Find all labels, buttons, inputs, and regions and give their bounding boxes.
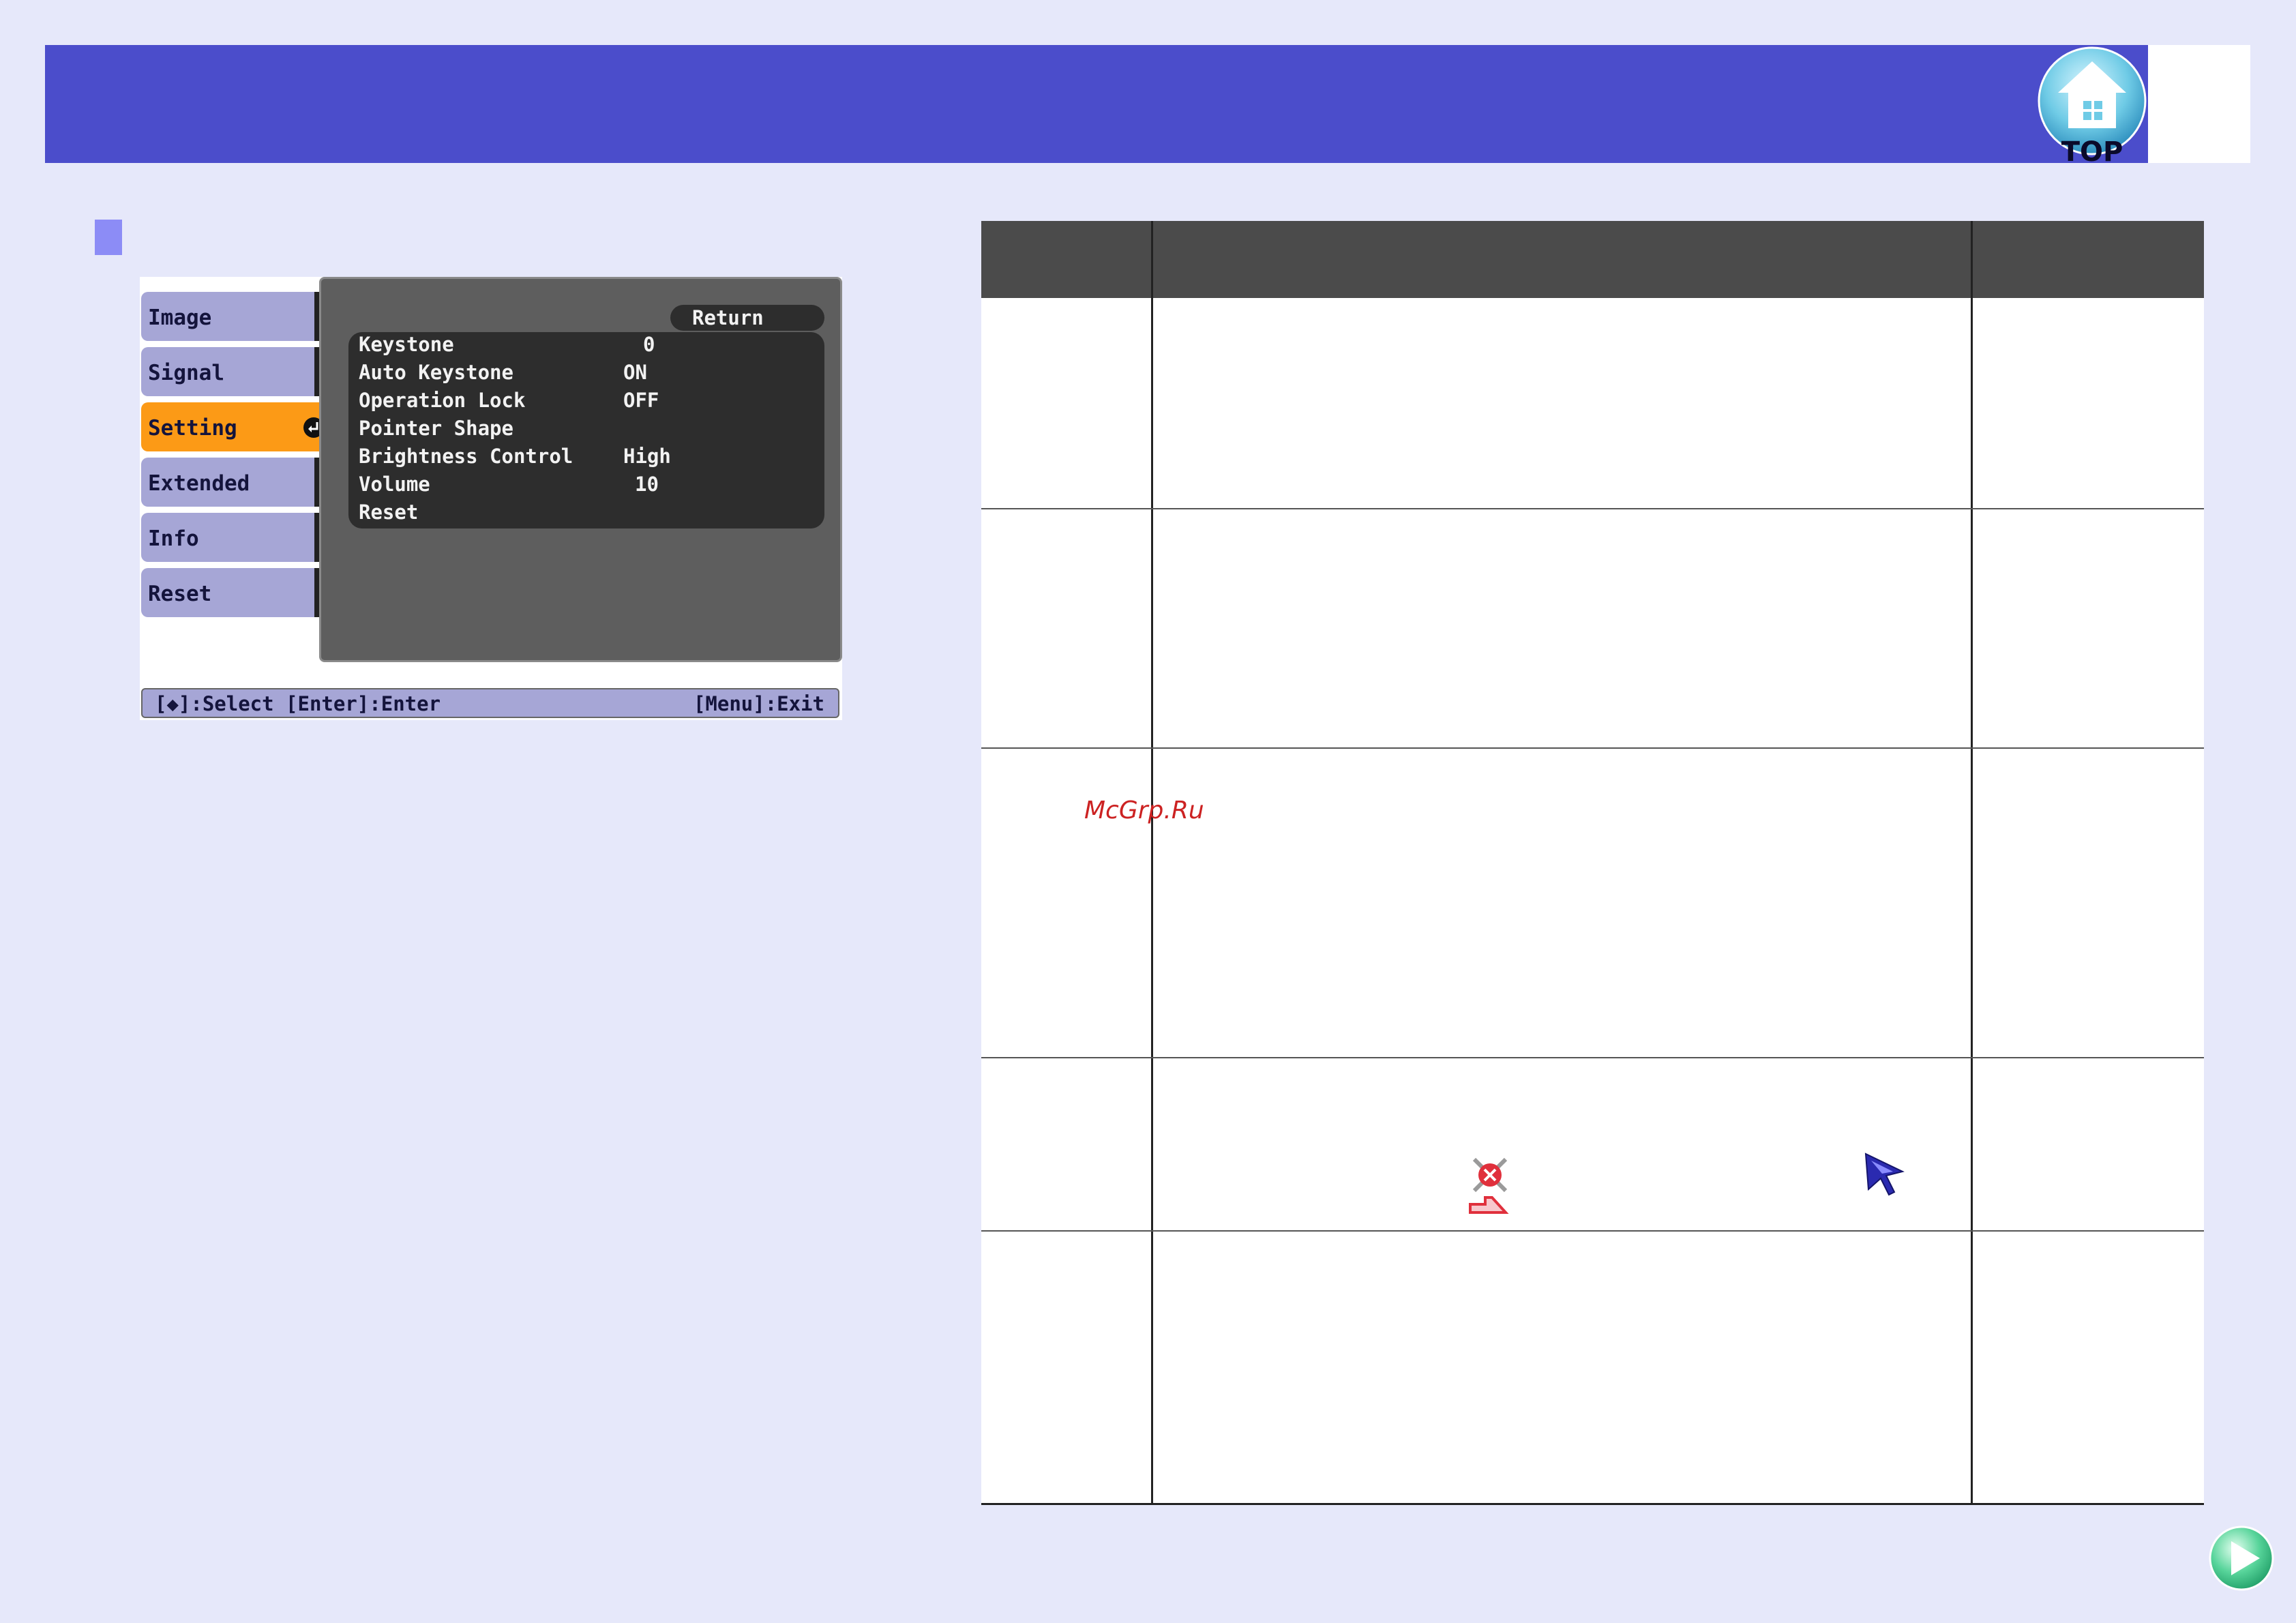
row-divider [981,1057,2204,1058]
tab-info[interactable]: Info [141,513,316,562]
top-label: TOP [2061,136,2123,166]
return-label: Return [692,306,764,329]
tab-extended[interactable]: Extended [141,458,316,507]
setting-row-operation-lock[interactable]: Operation Lock OFF [348,388,824,415]
row-divider [981,747,2204,749]
setting-label: Keystone [359,333,454,356]
row-divider [981,508,2204,509]
return-button[interactable]: Return [670,305,824,331]
setting-value: 10 [635,473,659,496]
tab-label: Image [148,306,212,330]
setting-value: High [623,445,671,468]
tab-image[interactable]: Image [141,292,316,341]
home-top-icon: TOP [2038,46,2147,168]
setting-label: Auto Keystone [359,361,513,384]
section-marker [95,220,122,255]
pointer-shape-2-icon [1864,1152,1905,1196]
next-page-arrow-icon[interactable] [2208,1525,2275,1592]
setting-row-auto-keystone[interactable]: Auto Keystone ON [348,360,824,387]
setting-value: ON [623,361,647,384]
tab-label: Info [148,526,199,551]
setting-row-brightness-control[interactable]: Brightness Control High [348,444,824,471]
setting-row-keystone[interactable]: Keystone 0 [348,332,824,359]
setting-value: 0 [643,333,655,356]
settings-list: Keystone 0 Auto Keystone ON Operation Lo… [348,332,824,528]
setting-label: Pointer Shape [359,417,513,440]
settings-table [981,221,2204,1505]
menu-footer: [◆]:Select [Enter]:Enter [Menu]:Exit [141,688,839,718]
watermark: McGrp.Ru [1084,796,1204,824]
header-corner [2148,45,2250,163]
configuration-menu: Image Signal Setting Extended Info Reset… [140,277,842,720]
tab-label: Extended [148,471,250,496]
table-bottom-border [981,1503,2204,1505]
setting-row-volume[interactable]: Volume 10 [348,472,824,499]
table-header [981,221,2204,298]
setting-value: OFF [623,389,659,412]
footer-select-hint: [◆]:Select [Enter]:Enter [155,692,441,715]
setting-label: Brightness Control [359,445,573,468]
column-divider [1151,221,1153,1504]
tab-label: Setting [148,416,237,441]
settings-panel: Return Keystone 0 Auto Keystone ON Opera… [319,277,842,662]
column-divider [1971,221,1973,1504]
setting-label: Volume [359,473,430,496]
footer-exit-hint: [Menu]:Exit [693,692,824,715]
header-bar [45,45,2148,163]
setting-row-pointer-shape[interactable]: Pointer Shape [348,416,824,443]
setting-label: Operation Lock [359,389,526,412]
tab-signal[interactable]: Signal [141,347,316,396]
row-divider [981,1230,2204,1232]
tab-label: Signal [148,361,224,385]
setting-row-reset[interactable]: Reset [348,500,824,527]
tab-setting[interactable]: Setting [141,402,333,451]
tab-label: Reset [148,582,212,606]
top-button[interactable]: TOP [2036,46,2149,168]
tab-reset[interactable]: Reset [141,568,316,617]
setting-label: Reset [359,501,419,524]
pointer-shape-1-icon [1469,1157,1509,1214]
